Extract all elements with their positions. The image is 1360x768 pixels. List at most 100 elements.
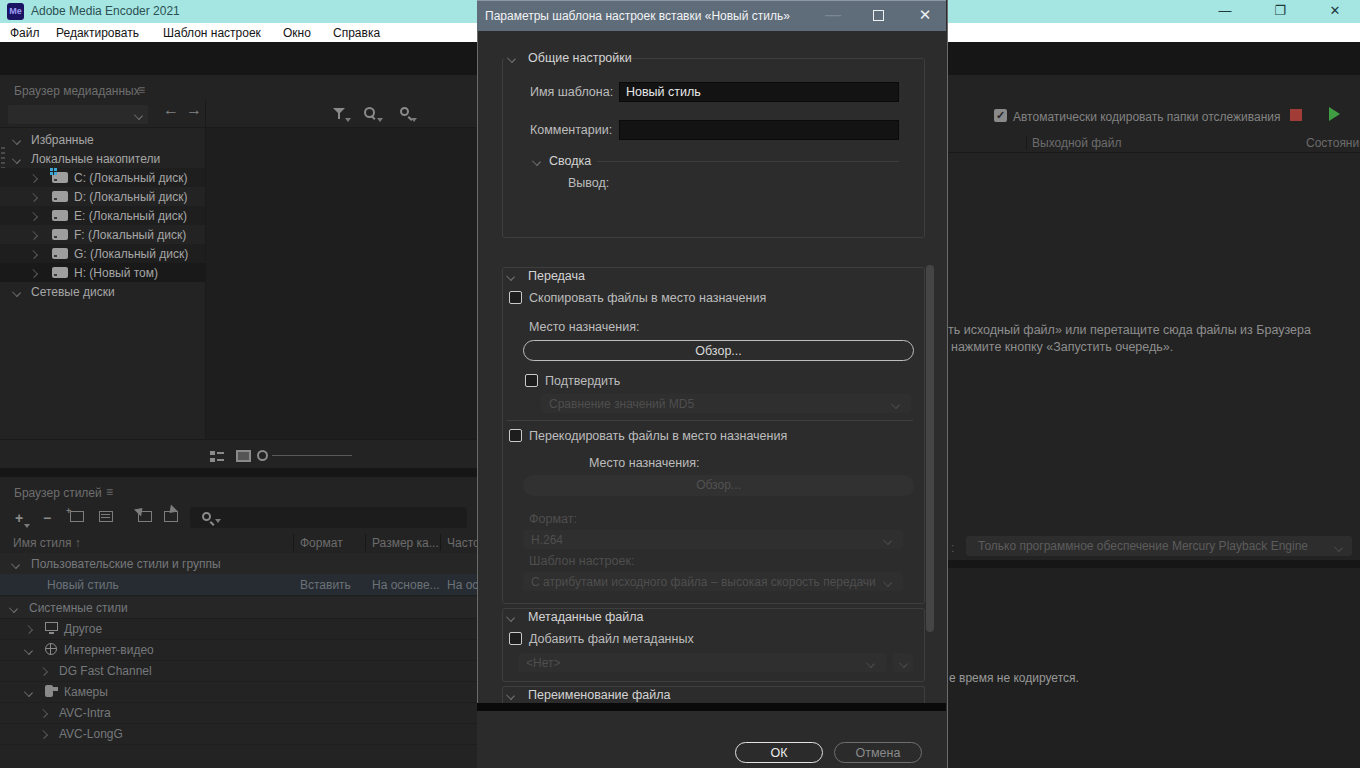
- tree-chevron-icon[interactable]: [30, 174, 37, 181]
- preset-row[interactable]: DG Fast Channel: [0, 660, 477, 681]
- preset-search-field[interactable]: [190, 507, 467, 528]
- thumbnail-view-icon[interactable]: [236, 450, 251, 462]
- row-chevron-icon[interactable]: [25, 625, 32, 632]
- list-view-icon[interactable]: [210, 451, 224, 462]
- summary-header: Сводка: [549, 154, 591, 168]
- menu-1[interactable]: Редактировать: [56, 26, 139, 40]
- preset-column-header[interactable]: Часто: [447, 536, 480, 550]
- verify-checkbox[interactable]: [525, 374, 538, 387]
- verify-label: Подтвердить: [545, 374, 620, 388]
- preset-settings-button[interactable]: [99, 511, 113, 522]
- row-chevron-icon[interactable]: [40, 730, 47, 737]
- dialog-close-button[interactable]: ✕: [905, 0, 945, 31]
- preset-column-header[interactable]: Формат: [300, 536, 343, 550]
- cancel-button[interactable]: Отмена: [834, 742, 922, 763]
- transfer-collapse-icon[interactable]: [507, 272, 514, 279]
- tree-chevron-icon[interactable]: [13, 155, 20, 162]
- preset-row-label: AVC-LongG: [59, 727, 123, 741]
- destination2-label: Место назначения:: [589, 456, 699, 470]
- tree-row[interactable]: Сетевые диски: [0, 282, 205, 301]
- tree-chevron-icon[interactable]: [30, 193, 37, 200]
- tree-row[interactable]: E: (Локальный диск): [0, 206, 205, 225]
- comments-label: Комментарии:: [530, 123, 612, 137]
- back-arrow-icon[interactable]: ←: [163, 101, 179, 119]
- monitor-icon: [45, 622, 58, 631]
- preset-browser-menu-icon[interactable]: ≡: [106, 485, 113, 499]
- copy-files-checkbox[interactable]: [509, 291, 522, 304]
- row-chevron-icon[interactable]: [40, 709, 47, 716]
- comments-input[interactable]: [619, 120, 899, 140]
- preset-row[interactable]: Новый стильВставитьНа основе...На ос: [0, 574, 477, 595]
- media-browser-menu-icon[interactable]: ≡: [138, 83, 145, 97]
- stop-queue-button[interactable]: [1290, 109, 1302, 121]
- zoom-slider-knob[interactable]: [257, 450, 268, 461]
- ok-button[interactable]: ОК: [735, 742, 823, 763]
- preset-row[interactable]: Системные стили: [0, 597, 477, 618]
- preset-row[interactable]: AVC-LongG: [0, 723, 477, 744]
- preset-search-chevron-icon: [215, 519, 221, 523]
- tree-chevron-icon[interactable]: [13, 136, 20, 143]
- preset-row[interactable]: Камеры: [0, 681, 477, 702]
- row-chevron-icon[interactable]: [12, 560, 19, 567]
- general-collapse-icon[interactable]: [508, 54, 515, 61]
- dialog-minimize-button[interactable]: —: [813, 0, 853, 31]
- tree-row[interactable]: C: (Локальный диск): [0, 168, 205, 187]
- tree-row[interactable]: Избранные: [0, 130, 205, 149]
- menu-2[interactable]: Шаблон настроек: [163, 26, 261, 40]
- drive-icon: [52, 248, 68, 259]
- window-maximize-button[interactable]: ❐: [1263, 0, 1297, 23]
- tree-row[interactable]: F: (Локальный диск): [0, 225, 205, 244]
- auto-encode-checkbox[interactable]: ✓: [994, 109, 1007, 122]
- new-group-button[interactable]: [70, 511, 84, 522]
- renderer-dropdown[interactable]: Только программное обеспечение Mercury P…: [966, 536, 1352, 556]
- tree-chevron-icon[interactable]: [13, 288, 20, 295]
- import-preset-button[interactable]: [138, 511, 152, 522]
- search-icon[interactable]: [400, 107, 409, 116]
- add-preset-button[interactable]: +: [15, 510, 23, 526]
- zoom-slider-track: [272, 455, 352, 456]
- remove-preset-button[interactable]: −: [43, 510, 51, 526]
- transfer-header: Передача: [528, 269, 585, 283]
- dialog-scrollbar[interactable]: [926, 265, 934, 632]
- file-type-filter-icon[interactable]: [364, 107, 375, 118]
- menu-3[interactable]: Окно: [283, 26, 311, 40]
- preset-column-header[interactable]: Имя стиля ↑: [13, 536, 81, 550]
- tree-row[interactable]: H: (Новый том): [0, 263, 205, 282]
- rename-collapse-icon[interactable]: [507, 691, 514, 698]
- forward-arrow-icon[interactable]: →: [186, 101, 202, 119]
- tree-row[interactable]: D: (Локальный диск): [0, 187, 205, 206]
- menu-0[interactable]: Файл: [10, 26, 40, 40]
- tree-chevron-icon[interactable]: [30, 269, 37, 276]
- metadata-collapse-icon[interactable]: [507, 613, 514, 620]
- add-metadata-checkbox[interactable]: [509, 632, 522, 645]
- tree-chevron-icon[interactable]: [30, 250, 37, 257]
- row-chevron-icon[interactable]: [25, 688, 32, 695]
- summary-collapse-icon[interactable]: [533, 157, 540, 164]
- browse-button[interactable]: Обзор...: [523, 340, 914, 361]
- window-close-button[interactable]: ✕: [1318, 0, 1352, 23]
- format-dropdown: H.264: [523, 530, 903, 549]
- preset-row[interactable]: Интернет-видео: [0, 639, 477, 660]
- menu-4[interactable]: Справка: [333, 26, 380, 40]
- transcode-checkbox[interactable]: [509, 429, 522, 442]
- dialog-maximize-button[interactable]: [873, 10, 884, 21]
- row-chevron-icon[interactable]: [40, 667, 47, 674]
- window-minimize-button[interactable]: —: [1208, 0, 1242, 23]
- row-chevron-icon[interactable]: [10, 604, 17, 611]
- export-preset-button[interactable]: [164, 511, 178, 522]
- preset-column-header[interactable]: Размер ка...: [372, 536, 439, 550]
- tree-row[interactable]: G: (Локальный диск): [0, 244, 205, 263]
- tree-chevron-icon[interactable]: [30, 212, 37, 219]
- preset-row[interactable]: Другое: [0, 618, 477, 639]
- preset-row[interactable]: Пользовательские стили и группы: [0, 553, 477, 574]
- media-browser-path-dropdown[interactable]: [8, 105, 148, 124]
- metadata-dropdown: <Нет>: [518, 653, 886, 672]
- preset-row[interactable]: AVC-Intra: [0, 702, 477, 723]
- app-title: Adobe Media Encoder 2021: [31, 4, 180, 18]
- name-input[interactable]: Новый стиль: [619, 82, 899, 102]
- start-queue-button[interactable]: [1329, 107, 1340, 121]
- tree-row[interactable]: Локальные накопители: [0, 149, 205, 168]
- row-chevron-icon[interactable]: [25, 646, 32, 653]
- add-metadata-label: Добавить файл метаданных: [529, 632, 694, 646]
- tree-chevron-icon[interactable]: [30, 231, 37, 238]
